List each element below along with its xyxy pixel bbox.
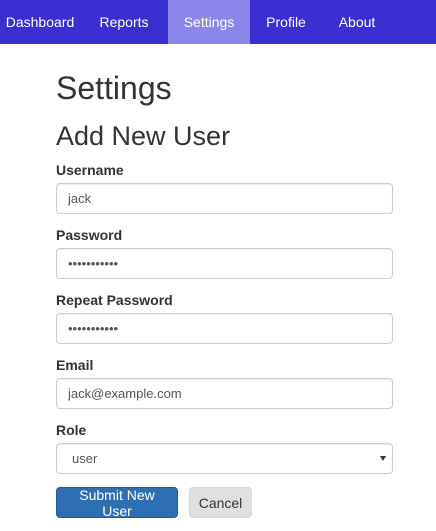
password-label: Password (56, 227, 123, 243)
nav-item-dashboard[interactable]: Dashboard (0, 0, 80, 44)
form-title: Add New User (56, 121, 231, 151)
nav-item-about[interactable]: About (322, 0, 392, 44)
username-label: Username (56, 162, 124, 178)
page-title: Settings (56, 70, 172, 106)
role-select[interactable]: user (56, 443, 393, 474)
top-navbar: Dashboard Reports Settings Profile About (0, 0, 436, 44)
username-input[interactable] (56, 183, 393, 214)
role-select-value: user (72, 451, 98, 466)
caret-down-icon (380, 456, 386, 461)
repeat-password-label: Repeat Password (56, 292, 173, 308)
nav-item-profile[interactable]: Profile (250, 0, 322, 44)
email-label: Email (56, 357, 94, 373)
password-input[interactable] (56, 248, 393, 279)
nav-item-settings[interactable]: Settings (168, 0, 250, 44)
submit-new-user-button[interactable]: Submit New User (56, 487, 178, 519)
nav-item-reports[interactable]: Reports (80, 0, 168, 44)
email-input[interactable] (56, 378, 393, 409)
repeat-password-input[interactable] (56, 313, 393, 344)
role-label: Role (56, 422, 87, 438)
cancel-button[interactable]: Cancel (189, 487, 252, 518)
